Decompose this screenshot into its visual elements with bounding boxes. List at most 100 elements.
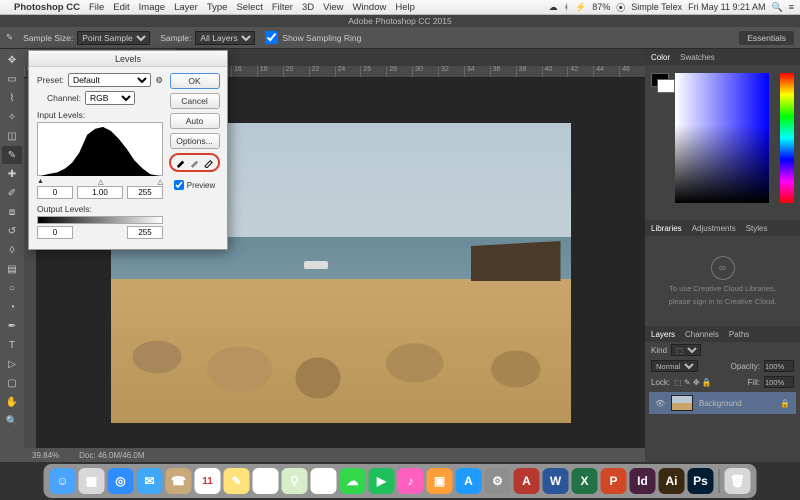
blend-mode-select[interactable]: Normal	[651, 360, 698, 372]
crop-tool[interactable]: ◫	[2, 127, 22, 145]
dock-photos[interactable]: ✿	[311, 468, 337, 494]
tab-channels[interactable]: Channels	[685, 330, 719, 339]
bluetooth-icon[interactable]: ᚼ	[564, 2, 569, 12]
menu-edit[interactable]: Edit	[113, 2, 129, 13]
dock-finder[interactable]: ☺	[50, 468, 76, 494]
dock-ibooks[interactable]: ▣	[427, 468, 453, 494]
dock-indesign[interactable]: Id	[630, 468, 656, 494]
dock-notes[interactable]: ✎	[224, 468, 250, 494]
menu-view[interactable]: View	[323, 2, 343, 13]
dock-safari[interactable]: ◎	[108, 468, 134, 494]
white-slider[interactable]: △	[158, 178, 163, 186]
options-button[interactable]: Options...	[170, 133, 220, 149]
fill-input[interactable]	[764, 376, 794, 388]
dock-illustrator[interactable]: Ai	[659, 468, 685, 494]
tab-libraries[interactable]: Libraries	[651, 224, 682, 233]
doc-size-readout[interactable]: Doc: 46.0M/46.0M	[79, 451, 144, 460]
black-slider[interactable]: ▲	[37, 178, 44, 186]
workspace-switcher[interactable]: Essentials	[739, 31, 794, 45]
sample-size-select[interactable]: Point Sample	[77, 31, 150, 45]
blur-tool[interactable]: ○	[2, 279, 22, 297]
sample-layers-select[interactable]: All Layers	[195, 31, 255, 45]
opacity-input[interactable]	[764, 360, 794, 372]
dock-word[interactable]: W	[543, 468, 569, 494]
dock-itunes[interactable]: ♪	[398, 468, 424, 494]
dock-prefs[interactable]: ⚙	[485, 468, 511, 494]
dock-excel[interactable]: X	[572, 468, 598, 494]
tab-paths[interactable]: Paths	[729, 330, 749, 339]
color-field[interactable]	[675, 73, 769, 203]
output-gradient[interactable]	[37, 216, 163, 224]
output-white[interactable]	[127, 226, 163, 239]
pen-tool[interactable]: ✒	[2, 317, 22, 335]
preview-checkbox[interactable]	[174, 180, 184, 190]
dock-appstore[interactable]: A	[456, 468, 482, 494]
menu-image[interactable]: Image	[139, 2, 165, 13]
marquee-tool[interactable]: ▭	[2, 70, 22, 88]
app-menu[interactable]: Photoshop CC	[14, 2, 80, 13]
wand-tool[interactable]: ✧	[2, 108, 22, 126]
gray-point-picker-icon[interactable]	[189, 157, 200, 168]
zoom-readout[interactable]: 39.84%	[32, 451, 59, 460]
hand-tool[interactable]: ✋	[2, 393, 22, 411]
channel-select[interactable]: RGB	[85, 91, 135, 105]
brush-tool[interactable]: ✐	[2, 184, 22, 202]
lock-icons[interactable]: ⬚ ✎ ✥ 🔒	[674, 378, 712, 387]
preset-menu-icon[interactable]: ⚙	[155, 75, 163, 86]
spotlight-icon[interactable]: 🔍	[772, 2, 783, 13]
black-point-picker-icon[interactable]	[175, 157, 186, 168]
cloud-icon[interactable]: ☁	[549, 2, 558, 13]
menu-help[interactable]: Help	[395, 2, 415, 13]
dock-acrobat[interactable]: A	[514, 468, 540, 494]
layer-row[interactable]: 👁 Background 🔒	[649, 392, 796, 414]
clock[interactable]: Fri May 11 9:21 AM	[688, 2, 765, 12]
color-panel[interactable]	[645, 65, 800, 220]
gradient-tool[interactable]: ▤	[2, 260, 22, 278]
visibility-icon[interactable]: 👁	[655, 399, 665, 408]
eyedropper-tool-icon[interactable]: ✎	[6, 32, 13, 43]
tab-swatches[interactable]: Swatches	[680, 53, 715, 62]
tab-layers[interactable]: Layers	[651, 330, 675, 339]
menu-filter[interactable]: Filter	[272, 2, 293, 13]
dock-photoshop[interactable]: Ps	[688, 468, 714, 494]
menu-select[interactable]: Select	[236, 2, 262, 13]
show-ring-checkbox[interactable]	[265, 31, 278, 44]
white-point-picker-icon[interactable]	[203, 157, 214, 168]
hue-slider[interactable]	[780, 73, 794, 203]
cancel-button[interactable]: Cancel	[170, 93, 220, 109]
menu-window[interactable]: Window	[353, 2, 387, 13]
tab-styles[interactable]: Styles	[746, 224, 768, 233]
battery-icon[interactable]: ⚡	[575, 2, 586, 13]
path-tool[interactable]: ▷	[2, 355, 22, 373]
menu-file[interactable]: File	[89, 2, 104, 13]
notifications-icon[interactable]: ≡	[789, 2, 794, 12]
input-white[interactable]	[127, 186, 163, 199]
preset-select[interactable]: Default	[68, 73, 151, 87]
dock-launchpad[interactable]: ▦	[79, 468, 105, 494]
history-brush-tool[interactable]: ↺	[2, 222, 22, 240]
tab-color[interactable]: Color	[651, 53, 670, 62]
eyedropper-tool[interactable]: ✎	[2, 146, 22, 164]
dock-maps[interactable]: ⚲	[282, 468, 308, 494]
tab-adjustments[interactable]: Adjustments	[692, 224, 736, 233]
eraser-tool[interactable]: ◊	[2, 241, 22, 259]
dock-reminders[interactable]: ☑	[253, 468, 279, 494]
dock-facetime[interactable]: ▶	[369, 468, 395, 494]
dock-contacts[interactable]: ☎	[166, 468, 192, 494]
menu-layer[interactable]: Layer	[174, 2, 198, 13]
menu-type[interactable]: Type	[207, 2, 228, 13]
stamp-tool[interactable]: ⧈	[2, 203, 22, 221]
kind-filter[interactable]: ⬚	[671, 344, 701, 356]
auto-button[interactable]: Auto	[170, 113, 220, 129]
ok-button[interactable]: OK	[170, 73, 220, 89]
lasso-tool[interactable]: ⌇	[2, 89, 22, 107]
input-gamma[interactable]	[77, 186, 123, 199]
wifi-icon[interactable]: ⦿	[616, 1, 625, 14]
move-tool[interactable]: ✥	[2, 51, 22, 69]
dock-trash[interactable]: 🗑	[725, 468, 751, 494]
menu-3d[interactable]: 3D	[302, 2, 314, 13]
gray-slider[interactable]: △	[98, 178, 103, 186]
dodge-tool[interactable]: ◔	[2, 298, 22, 316]
dock-ppt[interactable]: P	[601, 468, 627, 494]
background-swatch[interactable]	[657, 79, 675, 93]
